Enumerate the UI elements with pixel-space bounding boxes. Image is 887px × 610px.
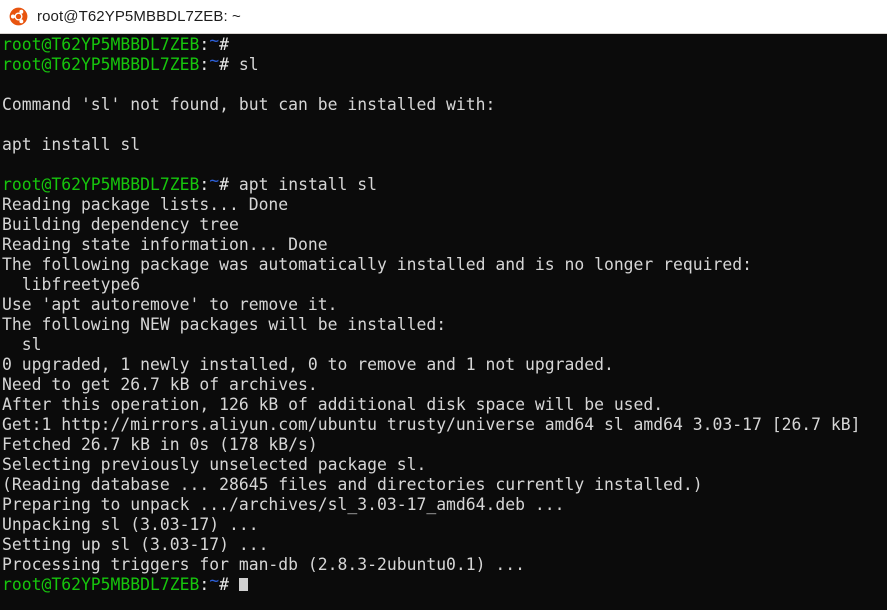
terminal-output-line: Processing triggers for man-db (2.8.3-2u…	[1, 555, 887, 575]
terminal-output-line: Preparing to unpack .../archives/sl_3.03…	[1, 495, 887, 515]
terminal-output-line: Use 'apt autoremove' to remove it.	[1, 295, 887, 315]
terminal-output-line: Unpacking sl (3.03-17) ...	[1, 515, 887, 535]
prompt-user-host: root@T62YP5MBBDL7ZEB	[2, 35, 200, 54]
terminal-output-line: 0 upgraded, 1 newly installed, 0 to remo…	[1, 355, 887, 375]
terminal-output-line: Command 'sl' not found, but can be insta…	[1, 95, 887, 115]
output-text: sl	[2, 335, 42, 354]
terminal-cursor	[239, 578, 248, 591]
terminal-output-line: The following package was automatically …	[1, 255, 887, 275]
prompt-symbol: #	[219, 575, 229, 594]
output-text: libfreetype6	[2, 275, 141, 294]
prompt-path: ~	[209, 171, 220, 190]
output-text: Reading state information... Done	[2, 235, 328, 254]
output-text: Unpacking sl (3.03-17) ...	[2, 515, 259, 534]
prompt-separator: :	[199, 575, 210, 594]
ubuntu-logo-icon	[9, 7, 28, 26]
window-title: root@T62YP5MBBDL7ZEB: ~	[37, 8, 241, 25]
prompt-user-host: root@T62YP5MBBDL7ZEB	[2, 575, 200, 594]
output-text: Fetched 26.7 kB in 0s (178 kB/s)	[2, 435, 318, 454]
terminal-output-line: Get:1 http://mirrors.aliyun.com/ubuntu t…	[1, 415, 887, 435]
output-text: Preparing to unpack .../archives/sl_3.03…	[2, 495, 565, 514]
output-text: Processing triggers for man-db (2.8.3-2u…	[2, 555, 526, 574]
terminal-output-line: (Reading database ... 28645 files and di…	[1, 475, 887, 495]
output-text: Use 'apt autoremove' to remove it.	[2, 295, 338, 314]
output-text: Reading package lists... Done	[2, 195, 289, 214]
output-text: Command 'sl' not found, but can be insta…	[2, 95, 496, 114]
terminal-output-line: Reading state information... Done	[1, 235, 887, 255]
output-text: (Reading database ... 28645 files and di…	[2, 475, 703, 494]
terminal-output-line: Setting up sl (3.03-17) ...	[1, 535, 887, 555]
prompt-symbol: #	[219, 55, 229, 74]
terminal-output-line: Need to get 26.7 kB of archives.	[1, 375, 887, 395]
terminal-output-line: The following NEW packages will be insta…	[1, 315, 887, 335]
output-text: apt install sl	[2, 135, 141, 154]
output-text: Get:1 http://mirrors.aliyun.com/ubuntu t…	[2, 415, 861, 434]
terminal-prompt-line: root@T62YP5MBBDL7ZEB:~# apt install sl	[1, 171, 887, 195]
prompt-symbol: #	[219, 35, 229, 54]
prompt-symbol: #	[219, 175, 229, 194]
output-text: The following NEW packages will be insta…	[2, 315, 447, 334]
prompt-path: ~	[209, 571, 220, 590]
prompt-path: ~	[209, 34, 220, 50]
prompt-separator: :	[199, 55, 210, 74]
title-bar: root@T62YP5MBBDL7ZEB: ~	[0, 0, 887, 34]
output-text: 0 upgraded, 1 newly installed, 0 to remo…	[2, 355, 614, 374]
terminal-output-line: sl	[1, 335, 887, 355]
terminal-screen[interactable]: root@T62YP5MBBDL7ZEB:~# root@T62YP5MBBDL7…	[0, 34, 887, 610]
terminal-command: sl	[229, 55, 259, 74]
prompt-separator: :	[199, 175, 210, 194]
prompt-path: ~	[209, 51, 220, 70]
terminal-window: root@T62YP5MBBDL7ZEB: ~ root@T62YP5MBBDL…	[0, 0, 887, 610]
output-text: Setting up sl (3.03-17) ...	[2, 535, 269, 554]
terminal-output-line: Building dependency tree	[1, 215, 887, 235]
terminal-output-line: apt install sl	[1, 135, 887, 155]
prompt-user-host: root@T62YP5MBBDL7ZEB	[2, 55, 200, 74]
terminal-prompt-line: root@T62YP5MBBDL7ZEB:~#	[1, 34, 887, 55]
terminal-prompt-line: root@T62YP5MBBDL7ZEB:~# sl	[1, 51, 887, 75]
output-text: Building dependency tree	[2, 215, 239, 234]
output-text: The following package was automatically …	[2, 255, 752, 274]
terminal-output-line: After this operation, 126 kB of addition…	[1, 395, 887, 415]
terminal-command: apt install sl	[229, 175, 378, 194]
output-text: After this operation, 126 kB of addition…	[2, 395, 664, 414]
terminal-output-line: Fetched 26.7 kB in 0s (178 kB/s)	[1, 435, 887, 455]
terminal-output-line: libfreetype6	[1, 275, 887, 295]
output-text: Need to get 26.7 kB of archives.	[2, 375, 318, 394]
terminal-output-line: Reading package lists... Done	[1, 195, 887, 215]
terminal-output-line: Selecting previously unselected package …	[1, 455, 887, 475]
terminal-prompt-line: root@T62YP5MBBDL7ZEB:~#	[1, 571, 887, 595]
prompt-user-host: root@T62YP5MBBDL7ZEB	[2, 175, 200, 194]
output-text: Selecting previously unselected package …	[2, 455, 427, 474]
prompt-separator: :	[199, 35, 210, 54]
